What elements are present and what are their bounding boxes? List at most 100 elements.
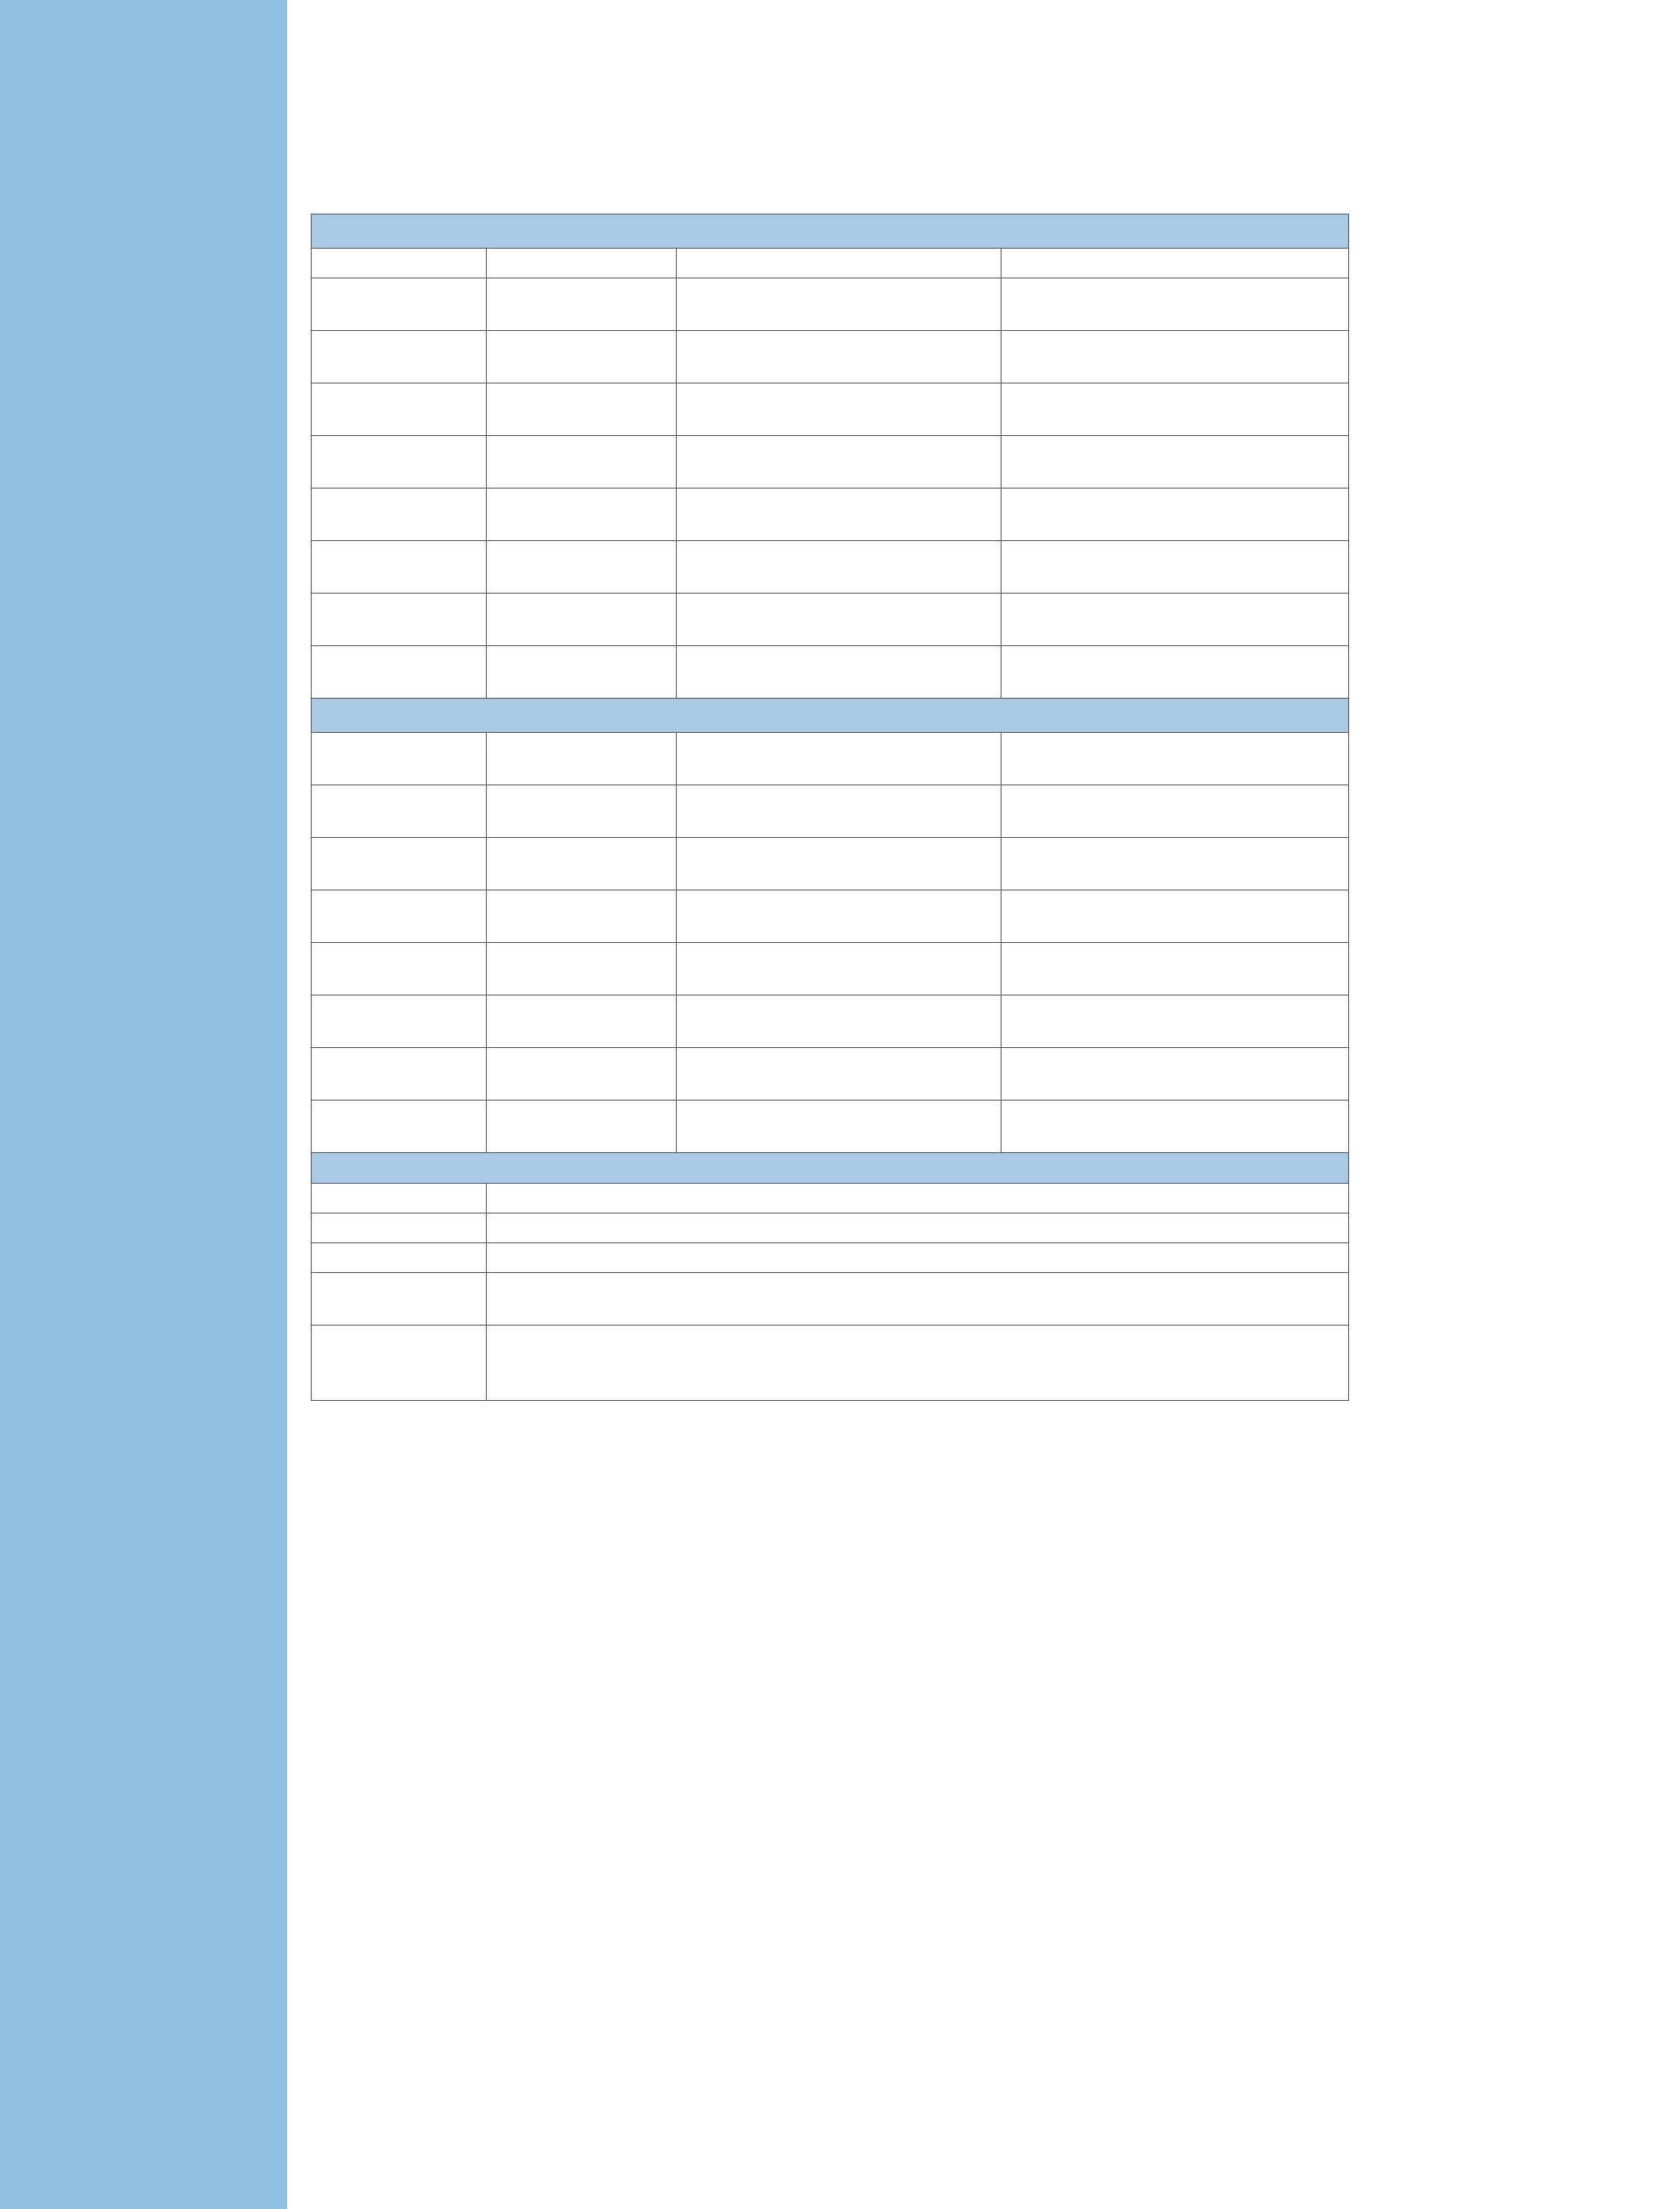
table-cell <box>311 837 487 890</box>
table-cell <box>486 1272 1349 1326</box>
table-cell <box>311 435 487 489</box>
table-cell <box>1001 278 1349 331</box>
section-2-header-title <box>311 698 1349 733</box>
table-cell <box>1001 248 1349 278</box>
table-cell <box>311 1100 487 1153</box>
table-cell <box>486 248 677 278</box>
sidebar-band <box>0 0 287 2209</box>
table-cell <box>1001 540 1349 594</box>
table-cell <box>311 1272 487 1326</box>
table-cell <box>486 593 677 646</box>
section-2-header <box>311 698 1349 733</box>
table-cell <box>1001 995 1349 1048</box>
table-cell <box>1001 942 1349 995</box>
table-cell <box>311 995 487 1048</box>
table-cell <box>311 1325 487 1401</box>
table-cell <box>676 1047 1002 1101</box>
section-1-header <box>311 214 1349 249</box>
table-cell <box>486 540 677 594</box>
table-cell <box>1001 1100 1349 1153</box>
table-cell <box>486 645 677 699</box>
table-cell <box>311 1047 487 1101</box>
table-cell <box>311 383 487 436</box>
section-3-header <box>311 1152 1349 1184</box>
table-cell <box>1001 732 1349 785</box>
table-cell <box>486 784 677 838</box>
table-cell <box>311 540 487 594</box>
table-cell <box>676 942 1002 995</box>
table-cell <box>676 890 1002 943</box>
table-row <box>311 383 1349 436</box>
table-cell <box>486 1325 1349 1401</box>
table-cell <box>311 248 487 278</box>
table-cell <box>676 383 1002 436</box>
table-cell <box>486 435 677 489</box>
table-cell <box>486 732 677 785</box>
table-row <box>311 1242 1349 1273</box>
table-cell <box>676 837 1002 890</box>
table-cell <box>311 593 487 646</box>
table-cell <box>676 488 1002 541</box>
table-cell <box>676 784 1002 838</box>
table-cell <box>311 732 487 785</box>
table-cell <box>486 1213 1349 1243</box>
table-cell <box>311 942 487 995</box>
table-cell <box>1001 383 1349 436</box>
table-row <box>311 645 1349 699</box>
table-cell <box>311 1213 487 1243</box>
table-cell <box>486 1183 1349 1214</box>
form-table <box>311 214 1349 1401</box>
table-cell <box>1001 784 1349 838</box>
table-cell <box>676 248 1002 278</box>
table-row <box>311 995 1349 1048</box>
table-row <box>311 1213 1349 1243</box>
table-row <box>311 1272 1349 1326</box>
table-cell <box>1001 890 1349 943</box>
table-cell <box>311 330 487 383</box>
table-cell <box>1001 1047 1349 1101</box>
table-cell <box>311 784 487 838</box>
table-row <box>311 1325 1349 1401</box>
table-cell <box>311 488 487 541</box>
table-cell <box>676 278 1002 331</box>
table-row <box>311 1100 1349 1153</box>
table-cell <box>676 645 1002 699</box>
table-cell <box>311 278 487 331</box>
table-cell <box>486 383 677 436</box>
table-cell <box>676 1100 1002 1153</box>
table-cell <box>486 890 677 943</box>
table-cell <box>676 435 1002 489</box>
table-row <box>311 278 1349 331</box>
table-row <box>311 732 1349 785</box>
table-cell <box>486 278 677 331</box>
table-cell <box>486 995 677 1048</box>
table-cell <box>486 942 677 995</box>
table-row <box>311 1183 1349 1214</box>
table-cell <box>676 593 1002 646</box>
table-row <box>311 488 1349 541</box>
table-cell <box>1001 645 1349 699</box>
table-row <box>311 784 1349 838</box>
table-row <box>311 1047 1349 1101</box>
table-cell <box>1001 330 1349 383</box>
section-1-header-title <box>311 214 1349 249</box>
table-cell <box>311 890 487 943</box>
table-cell <box>486 1100 677 1153</box>
table-cell <box>486 330 677 383</box>
table-row <box>311 837 1349 890</box>
table-row <box>311 890 1349 943</box>
table-cell <box>311 645 487 699</box>
column-header-row <box>311 248 1349 278</box>
table-cell <box>1001 593 1349 646</box>
table-cell <box>1001 435 1349 489</box>
table-cell <box>311 1242 487 1273</box>
table-cell <box>311 1183 487 1214</box>
table-cell <box>676 330 1002 383</box>
table-cell <box>486 837 677 890</box>
table-cell <box>676 995 1002 1048</box>
table-cell <box>1001 488 1349 541</box>
table-cell <box>676 540 1002 594</box>
table-row <box>311 942 1349 995</box>
table-cell <box>1001 837 1349 890</box>
table-cell <box>486 1242 1349 1273</box>
